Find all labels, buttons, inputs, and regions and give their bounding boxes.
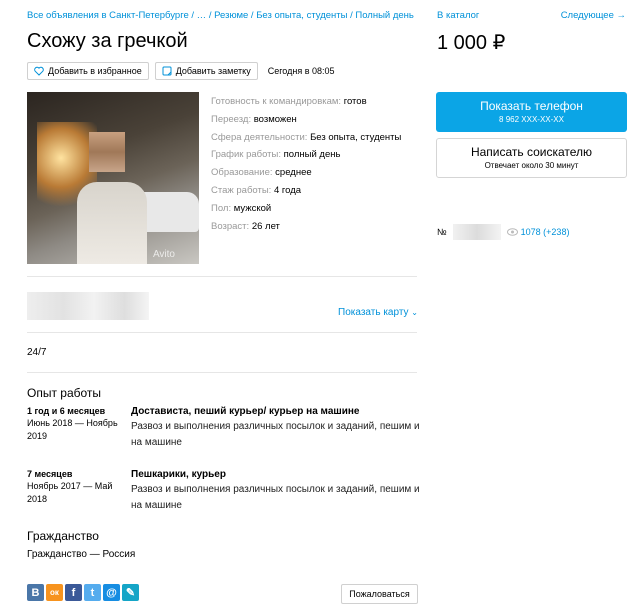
listing-number-label: № <box>437 227 447 237</box>
param-value: готов <box>343 96 367 107</box>
experience-duration: 1 год и 6 месяцев Июнь 2018 — Ноябрь 201… <box>27 406 122 442</box>
param-key: Готовность к командировкам: <box>211 96 342 107</box>
report-button[interactable]: Пожаловаться <box>341 584 418 604</box>
param-key: Пол: <box>211 202 232 214</box>
listing-actions: Добавить в избранное Добавить заметку Се… <box>27 62 335 80</box>
note-icon <box>162 66 172 76</box>
param-row: График работы: полный день <box>211 146 401 164</box>
job-description: Развоз и выполнения различных посылок и … <box>131 484 420 511</box>
param-row: Сфера деятельности: Без опыта, студенты <box>211 129 401 147</box>
social-share: B ок f t @ ✎ <box>27 584 139 601</box>
add-note-label: Добавить заметку <box>175 66 251 76</box>
param-key: График работы: <box>211 149 281 161</box>
duration-period: Ноябрь 2017 — Май 2018 <box>27 481 113 504</box>
duration-period: Июнь 2018 — Ноябрь 2019 <box>27 418 118 441</box>
experience-details: Пешкарики, курьер Развоз и выполнения ра… <box>131 469 423 514</box>
divider <box>27 276 417 277</box>
show-phone-button[interactable]: Показать телефон 8 962 XXX-XX-XX <box>436 92 627 132</box>
duration-length: 1 год и 6 месяцев <box>27 406 106 416</box>
heart-icon <box>34 66 44 76</box>
eye-icon <box>506 228 518 236</box>
param-value: среднее <box>275 167 312 179</box>
mail-icon[interactable]: @ <box>103 584 120 601</box>
price: 1 000 ₽ <box>437 32 506 54</box>
listing-meta: № 1078 (+238) <box>437 224 569 240</box>
write-message-label: Написать соискателю <box>470 145 593 159</box>
photo-watermark: Avito <box>152 249 175 260</box>
param-value: 26 лет <box>251 220 280 232</box>
facebook-icon[interactable]: f <box>65 584 82 601</box>
chevron-down-icon: ⌄ <box>411 308 418 317</box>
show-map-label: Показать карту <box>338 307 409 318</box>
photo-face-blur <box>89 132 125 172</box>
next-listing-link[interactable]: Следующее → <box>561 10 626 21</box>
views-count[interactable]: 1078 (+238) <box>506 227 570 237</box>
param-row: Образование: среднее <box>211 164 401 182</box>
job-position: Достависта, пеший курьер/ курьер на маши… <box>131 406 360 417</box>
add-favorite-label: Добавить в избранное <box>48 66 142 76</box>
duration-length: 7 месяцев <box>27 469 73 479</box>
address-blurred <box>27 292 149 320</box>
job-description: Развоз и выполнения различных посылок и … <box>131 421 420 448</box>
livejournal-icon[interactable]: ✎ <box>122 584 139 601</box>
experience-details: Достависта, пеший курьер/ курьер на маши… <box>131 406 423 451</box>
param-value: Без опыта, студенты <box>310 131 402 143</box>
divider <box>27 332 417 333</box>
show-phone-label: Показать телефон <box>480 99 583 113</box>
param-value: 4 года <box>273 184 302 196</box>
param-value: полный день <box>283 149 341 161</box>
param-value: мужской <box>233 202 272 214</box>
param-key: Стаж работы: <box>211 184 272 196</box>
citizenship-title: Гражданство <box>27 529 99 543</box>
catalog-link[interactable]: В каталог <box>437 10 479 21</box>
add-favorite-button[interactable]: Добавить в избранное <box>27 62 149 80</box>
param-key: Возраст: <box>211 220 250 232</box>
resume-params: Готовность к командировкам: готов Переез… <box>211 93 401 235</box>
response-time: Отвечает около 30 минут <box>484 161 579 170</box>
twitter-icon[interactable]: t <box>84 584 101 601</box>
param-row: Пол: мужской <box>211 200 401 218</box>
add-note-button[interactable]: Добавить заметку <box>154 62 258 80</box>
param-key: Образование: <box>211 167 273 179</box>
ok-icon[interactable]: ок <box>46 584 63 601</box>
param-key: Переезд: <box>211 113 252 125</box>
schedule-text: 24/7 <box>27 347 47 358</box>
experience-duration: 7 месяцев Ноябрь 2017 — Май 2018 <box>27 469 122 505</box>
show-map-link[interactable]: Показать карту ⌄ <box>338 307 418 318</box>
views-count-value: 1078 (+238) <box>520 227 570 237</box>
param-row: Переезд: возможен <box>211 111 401 129</box>
param-row: Готовность к командировкам: готов <box>211 93 401 111</box>
param-value: возможен <box>253 113 297 125</box>
job-position: Пешкарики, курьер <box>131 469 226 480</box>
publish-date: Сегодня в 08:05 <box>267 66 335 76</box>
param-row: Возраст: 26 лет <box>211 218 401 236</box>
listing-number-blurred <box>452 224 501 240</box>
param-row: Стаж работы: 4 года <box>211 182 401 200</box>
citizenship-value: Гражданство — Россия <box>27 549 136 560</box>
breadcrumb[interactable]: Все объявления в Санкт-Петербурге / … / … <box>27 10 414 21</box>
divider <box>27 372 417 373</box>
write-message-button[interactable]: Написать соискателю Отвечает около 30 ми… <box>436 138 627 178</box>
page-title: Схожу за гречкой <box>27 30 188 52</box>
phone-number-masked: 8 962 XXX-XX-XX <box>499 115 564 124</box>
profile-photo[interactable]: Avito <box>27 92 199 264</box>
experience-title: Опыт работы <box>27 386 102 400</box>
param-key: Сфера деятельности: <box>211 131 308 143</box>
vk-icon[interactable]: B <box>27 584 44 601</box>
photo-person <box>77 182 147 264</box>
